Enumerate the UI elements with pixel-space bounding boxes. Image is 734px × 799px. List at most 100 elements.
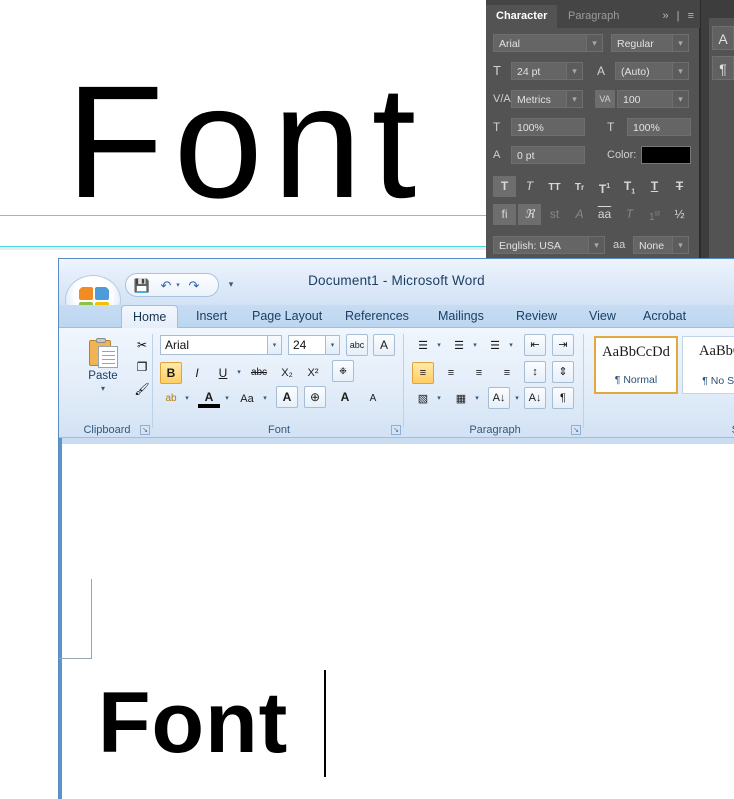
oldstyle-button[interactable]: aa	[593, 204, 616, 225]
bold-button[interactable]: B	[160, 362, 182, 384]
tracking-caret-icon[interactable]: ▾	[673, 90, 689, 108]
language-field[interactable]: English: USA	[493, 236, 589, 254]
sort-dropdown-icon[interactable]: ▾	[512, 388, 522, 410]
paragraph-panel-icon[interactable]: ¶	[712, 56, 734, 80]
language-caret-icon[interactable]: ▾	[589, 236, 605, 254]
tab-page-layout[interactable]: Page Layout	[241, 305, 333, 328]
faux-italic-button[interactable]: T	[518, 176, 541, 197]
font-style-caret-icon[interactable]: ▾	[673, 34, 689, 52]
bullets-button[interactable]: ☰	[412, 335, 434, 357]
horizontal-scale-field[interactable]: 100%	[627, 118, 691, 136]
leading-caret-icon[interactable]: ▾	[673, 62, 689, 80]
text-color-swatch[interactable]	[641, 146, 691, 164]
panel-dock-strip[interactable]: A ¶	[700, 0, 734, 258]
tab-references[interactable]: References	[334, 305, 420, 328]
all-caps-button[interactable]: TT	[543, 176, 566, 197]
subscript-button[interactable]: T1	[618, 176, 641, 197]
vertical-scale-field[interactable]: 100%	[511, 118, 585, 136]
font-family-field[interactable]: Arial	[493, 34, 587, 52]
swash-button[interactable]: A	[568, 204, 591, 225]
paragraph-spacing-button[interactable]: ⇕	[552, 361, 574, 383]
style-item-normal[interactable]: AaBbCcDd ¶ Normal	[594, 336, 678, 394]
highlight-dropdown-icon[interactable]: ▾	[182, 388, 192, 410]
font-color-dropdown-icon[interactable]: ▾	[222, 388, 232, 410]
word-window[interactable]: Document1 - Microsoft Word 💾 ↶ ▾ ↷ ▾ Hom…	[58, 258, 734, 799]
kerning-caret-icon[interactable]: ▾	[567, 90, 583, 108]
tab-review[interactable]: Review	[505, 305, 568, 328]
tab-home[interactable]: Home	[121, 305, 179, 328]
cut-icon[interactable]: ✂	[133, 336, 151, 354]
baseline-shift-field[interactable]: 0 pt	[511, 146, 585, 164]
clipboard-dialog-launcher[interactable]: ↘	[140, 425, 150, 435]
underline-button[interactable]: T	[643, 176, 666, 197]
grow-font-button[interactable]: A	[334, 386, 356, 408]
underline-button[interactable]: U	[212, 362, 234, 384]
align-center-button[interactable]: ≡	[440, 362, 462, 384]
text-effects-button[interactable]: A	[276, 386, 298, 408]
antialias-field[interactable]: None	[633, 236, 673, 254]
change-case-dropdown-icon[interactable]: ▾	[260, 388, 270, 410]
undo-dropdown-icon[interactable]: ▾	[174, 281, 182, 299]
borders-dropdown-icon[interactable]: ▾	[472, 388, 482, 410]
canvas-text-layer[interactable]: Font	[66, 62, 426, 222]
character-panel[interactable]: Character Paragraph » | ≡ Arial ▾ Regula…	[486, 0, 700, 258]
customize-qat-icon[interactable]: ▾	[225, 277, 237, 291]
small-caps-button[interactable]: Tr	[568, 176, 591, 197]
ordinals-button[interactable]: 1st	[643, 204, 666, 225]
subscript-button[interactable]: X₂	[276, 362, 298, 384]
fractions-button[interactable]: ½	[668, 204, 691, 225]
tab-character[interactable]: Character	[486, 5, 558, 28]
contextual-alternates-button[interactable]: ℜ	[518, 204, 541, 225]
shrink-font-button[interactable]: A	[362, 388, 384, 410]
font-name-caret-icon[interactable]: ▾	[268, 335, 282, 355]
discretionary-ligatures-button[interactable]: st	[543, 204, 566, 225]
enclose-characters-icon[interactable]: A	[373, 334, 395, 356]
tab-view[interactable]: View	[578, 305, 627, 328]
strikethrough-button[interactable]: T	[668, 176, 691, 197]
formatting-marks-button[interactable]: ¶	[552, 387, 574, 409]
character-border-button[interactable]: ⊕	[304, 386, 326, 408]
standard-ligatures-button[interactable]: fi	[493, 204, 516, 225]
italic-button[interactable]: I	[186, 362, 208, 384]
leading-field[interactable]: (Auto)	[615, 62, 673, 80]
panel-menu-icon[interactable]: ≡	[688, 10, 694, 22]
font-size-caret-icon[interactable]: ▾	[326, 335, 340, 355]
paragraph-dialog-launcher[interactable]: ↘	[571, 425, 581, 435]
font-color-button[interactable]: A	[198, 386, 220, 408]
document-text[interactable]: Font	[98, 678, 288, 768]
font-family-caret-icon[interactable]: ▾	[587, 34, 603, 52]
save-icon[interactable]: 💾	[132, 277, 152, 295]
change-case-button[interactable]: Aa	[236, 388, 258, 410]
sort-button[interactable]: A↓	[488, 387, 510, 409]
align-left-button[interactable]: ≡	[412, 362, 434, 384]
superscript-button[interactable]: X²	[302, 362, 324, 384]
numbering-button[interactable]: ☰	[448, 335, 470, 357]
shading-dropdown-icon[interactable]: ▾	[434, 388, 444, 410]
faux-bold-button[interactable]: T	[493, 176, 516, 197]
borders-button[interactable]: ▦	[450, 388, 472, 410]
underline-dropdown-icon[interactable]: ▾	[234, 362, 244, 384]
format-painter-icon[interactable]: 🖌	[133, 380, 151, 398]
kerning-field[interactable]: Metrics	[511, 90, 567, 108]
collapse-icon[interactable]: »	[662, 10, 668, 22]
paste-button[interactable]: Paste ▾	[75, 334, 131, 396]
clear-formatting-icon[interactable]: ❉	[332, 360, 354, 382]
document-canvas[interactable]: Font	[59, 438, 734, 799]
style-item-no-spacing[interactable]: AaBbCc ¶ No Spa	[682, 336, 734, 394]
multilevel-list-button[interactable]: ☰	[484, 335, 506, 357]
tab-mailings[interactable]: Mailings	[427, 305, 495, 328]
character-panel-icon[interactable]: A	[712, 26, 734, 50]
numbering-dropdown-icon[interactable]: ▾	[470, 335, 480, 357]
font-size-field[interactable]: 24 pt	[511, 62, 567, 80]
tab-insert[interactable]: Insert	[185, 305, 238, 328]
paste-dropdown-icon[interactable]: ▾	[75, 384, 131, 393]
justify-button[interactable]: ≡	[496, 362, 518, 384]
font-style-field[interactable]: Regular	[611, 34, 673, 52]
font-dialog-launcher[interactable]: ↘	[391, 425, 401, 435]
align-right-button[interactable]: ≡	[468, 362, 490, 384]
font-size-caret-icon[interactable]: ▾	[567, 62, 583, 80]
copy-icon[interactable]: ❐	[133, 358, 151, 376]
phonetic-guide-icon[interactable]: abc	[346, 334, 368, 356]
word-title-bar[interactable]: Document1 - Microsoft Word 💾 ↶ ▾ ↷ ▾	[59, 259, 734, 325]
shading-button[interactable]: ▧	[412, 388, 434, 410]
